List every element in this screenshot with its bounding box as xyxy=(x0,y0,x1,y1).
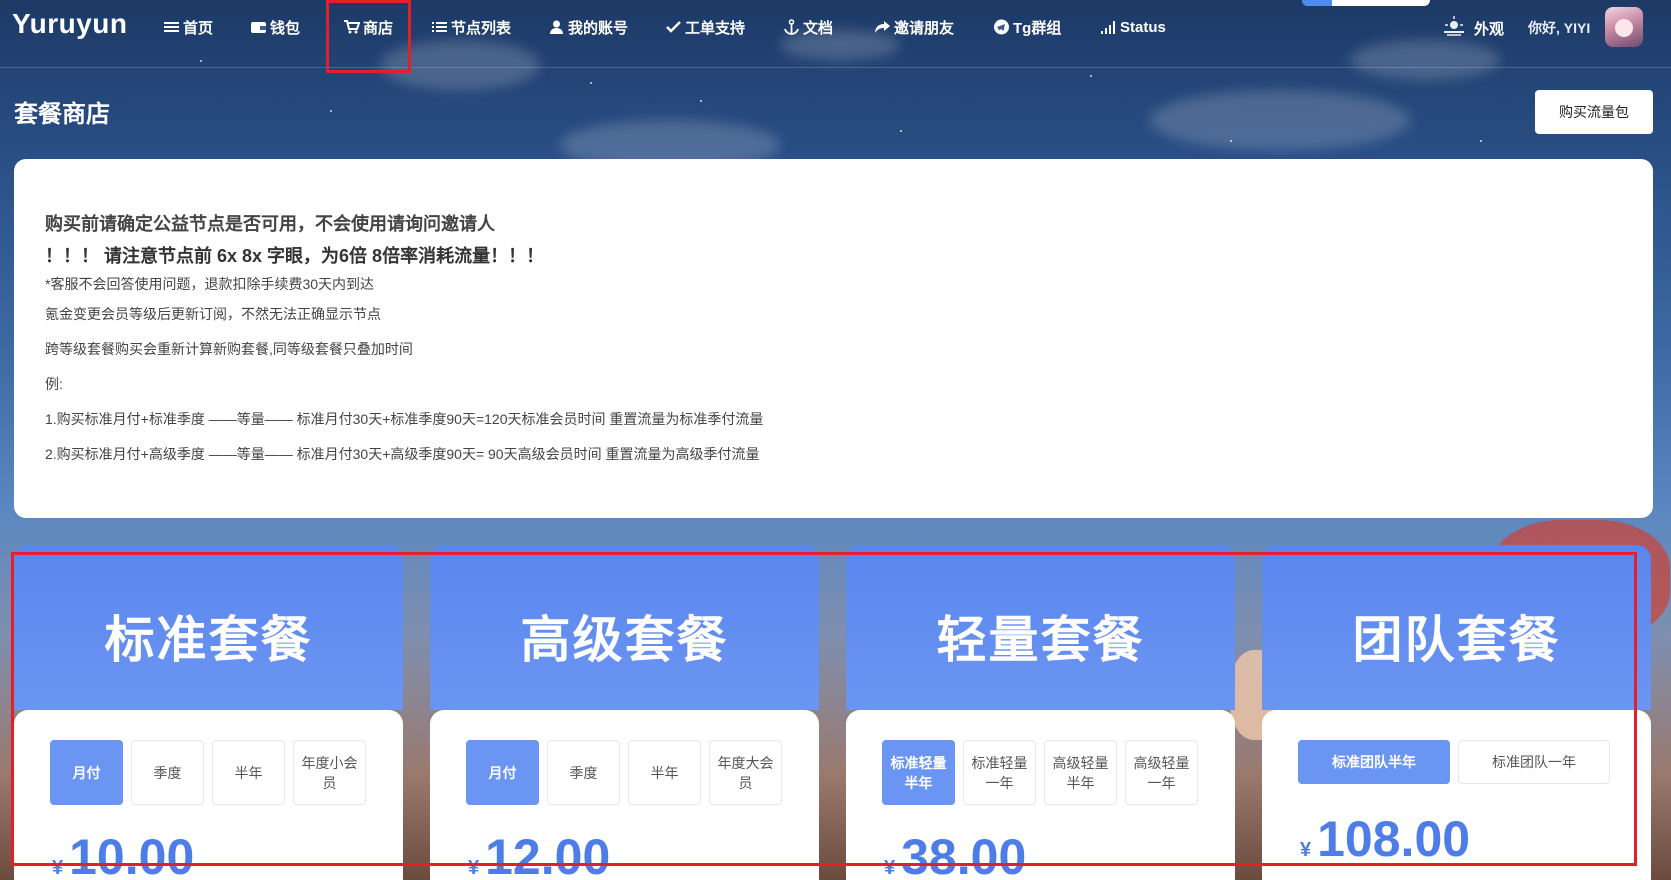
signal-icon xyxy=(1100,19,1117,35)
billing-tabs: 月付 季度 半年 年度小会员 xyxy=(50,740,366,805)
billing-tab[interactable]: 标准轻量一年 xyxy=(963,740,1036,805)
nav-status[interactable]: Status xyxy=(1100,16,1166,38)
nav-invite-friends[interactable]: 邀请朋友 xyxy=(874,16,954,38)
nav-label: Status xyxy=(1120,18,1166,36)
notice-line: 跨等级套餐购买会重新计算新购套餐,同等级套餐只叠加时间 xyxy=(45,341,413,357)
top-navbar: Yuruyun 首页 钱包 商店 节点列表 我的账号 工单支持 文档 邀请朋友 … xyxy=(0,0,1671,73)
nav-node-list[interactable]: 节点列表 xyxy=(431,16,511,38)
plan-price: ¥ 108.00 xyxy=(1300,810,1470,868)
shop-highlight-box xyxy=(326,0,411,73)
share-icon xyxy=(874,19,891,35)
billing-tab[interactable]: 年度大会员 xyxy=(709,740,782,805)
plan-name: 标准套餐 xyxy=(104,611,313,669)
nav-label: 钱包 xyxy=(270,19,301,37)
nav-label: 工单支持 xyxy=(685,19,746,37)
price-value: 12.00 xyxy=(485,829,611,880)
billing-tab[interactable]: 月付 xyxy=(466,740,539,805)
menu-icon xyxy=(163,19,180,35)
billing-tab[interactable]: 高级轻量一年 xyxy=(1125,740,1198,805)
billing-tab[interactable]: 季度 xyxy=(547,740,620,805)
currency-symbol: ¥ xyxy=(468,857,480,879)
plan-header: 标准套餐 xyxy=(14,545,403,710)
billing-tab[interactable]: 月付 xyxy=(50,740,123,805)
billing-tab[interactable]: 半年 xyxy=(212,740,285,805)
billing-tab[interactable]: 季度 xyxy=(131,740,204,805)
plan-header: 轻量套餐 xyxy=(846,545,1235,710)
billing-tab[interactable]: 半年 xyxy=(628,740,701,805)
appearance-toggle[interactable]: 外观 xyxy=(1442,16,1504,40)
notice-line: *客服不会回答使用问题，退款扣除手续费30天内到达 xyxy=(45,276,375,292)
nav-home[interactable]: 首页 xyxy=(163,16,213,38)
user-greeting[interactable]: 你好, YIYI xyxy=(1528,18,1590,38)
nav-label: 节点列表 xyxy=(451,19,512,37)
notice-line: 购买前请确定公益节点是否可用，不会使用请询问邀请人 xyxy=(45,214,495,234)
plan-header: 团队套餐 xyxy=(1262,545,1651,710)
plan-card-team: 团队套餐 标准团队半年 标准团队一年 ¥ 108.00 xyxy=(1262,545,1651,880)
brand-logo[interactable]: Yuruyun xyxy=(12,8,128,40)
nav-label: 首页 xyxy=(183,19,214,37)
billing-tabs: 标准团队半年 标准团队一年 xyxy=(1298,740,1610,784)
list-icon xyxy=(431,19,448,35)
billing-tabs: 标准轻量半年 标准轻量一年 高级轻量半年 高级轻量一年 xyxy=(882,740,1198,805)
currency-symbol: ¥ xyxy=(52,857,64,879)
notice-line: 2.购买标准月付+高级季度 ——等量—— 标准月付30天+高级季度90天= 90… xyxy=(45,446,760,462)
billing-tabs: 月付 季度 半年 年度大会员 xyxy=(466,740,782,805)
nav-label: Tg群组 xyxy=(1013,19,1062,37)
notice-warning: ！！！ 请注意节点前 6x 8x 字眼，为6倍 8倍率消耗流量！！！ xyxy=(45,246,545,266)
buy-traffic-button[interactable]: 购买流量包 xyxy=(1535,90,1653,134)
nav-my-account[interactable]: 我的账号 xyxy=(548,16,628,38)
plan-price: ¥ 38.00 xyxy=(884,828,1026,880)
currency-symbol: ¥ xyxy=(1300,839,1312,861)
price-value: 10.00 xyxy=(69,829,195,880)
user-icon xyxy=(548,19,565,35)
plan-body: 月付 季度 半年 年度大会员 ¥ 12.00 xyxy=(430,710,819,880)
nav-label: 邀请朋友 xyxy=(894,19,955,37)
plan-card-advanced: 高级套餐 月付 季度 半年 年度大会员 ¥ 12.00 xyxy=(430,545,819,880)
plan-name: 团队套餐 xyxy=(1352,611,1561,669)
price-value: 108.00 xyxy=(1317,811,1471,867)
billing-tab[interactable]: 年度小会员 xyxy=(293,740,366,805)
appearance-label: 外观 xyxy=(1474,20,1505,38)
plan-body: 标准轻量半年 标准轻量一年 高级轻量半年 高级轻量一年 ¥ 38.00 xyxy=(846,710,1235,880)
anchor-icon xyxy=(783,19,800,35)
wallet-icon xyxy=(250,19,267,35)
billing-tab[interactable]: 高级轻量半年 xyxy=(1044,740,1117,805)
nav-docs[interactable]: 文档 xyxy=(783,16,833,38)
billing-tab[interactable]: 标准团队半年 xyxy=(1298,740,1450,784)
sun-icon xyxy=(1442,16,1466,40)
nav-wallet[interactable]: 钱包 xyxy=(250,16,300,38)
nav-label: 我的账号 xyxy=(568,19,629,37)
plan-body: 月付 季度 半年 年度小会员 ¥ 10.00 xyxy=(14,710,403,880)
plan-price: ¥ 12.00 xyxy=(468,828,610,880)
plan-card-standard: 标准套餐 月付 季度 半年 年度小会员 ¥ 10.00 xyxy=(14,545,403,880)
billing-tab[interactable]: 标准轻量半年 xyxy=(882,740,955,805)
plan-body: 标准团队半年 标准团队一年 ¥ 108.00 xyxy=(1262,710,1651,880)
nav-tg-group[interactable]: Tg群组 xyxy=(993,16,1061,38)
notice-line: 氪金变更会员等级后更新订阅，不然无法正确显示节点 xyxy=(45,306,381,322)
notice-line: 1.购买标准月付+标准季度 ——等量—— 标准月付30天+标准季度90天=120… xyxy=(45,411,764,427)
plan-card-lite: 轻量套餐 标准轻量半年 标准轻量一年 高级轻量半年 高级轻量一年 ¥ 38.00 xyxy=(846,545,1235,880)
billing-tab[interactable]: 标准团队一年 xyxy=(1458,740,1610,784)
notice-card: 购买前请确定公益节点是否可用，不会使用请询问邀请人 ！！！ 请注意节点前 6x … xyxy=(14,159,1653,518)
notice-line: 例: xyxy=(45,376,63,392)
page-title: 套餐商店 xyxy=(14,101,110,128)
nav-ticket-support[interactable]: 工单支持 xyxy=(665,16,745,38)
avatar[interactable] xyxy=(1605,7,1643,47)
plan-header: 高级套餐 xyxy=(430,545,819,710)
nav-label: 文档 xyxy=(803,19,834,37)
plan-name: 轻量套餐 xyxy=(936,611,1145,669)
check-icon xyxy=(665,19,682,35)
top-progress-pill xyxy=(1302,0,1430,6)
plan-name: 高级套餐 xyxy=(520,611,729,669)
price-value: 38.00 xyxy=(901,829,1027,880)
currency-symbol: ¥ xyxy=(884,857,896,879)
plan-price: ¥ 10.00 xyxy=(52,828,194,880)
telegram-icon xyxy=(993,19,1010,35)
